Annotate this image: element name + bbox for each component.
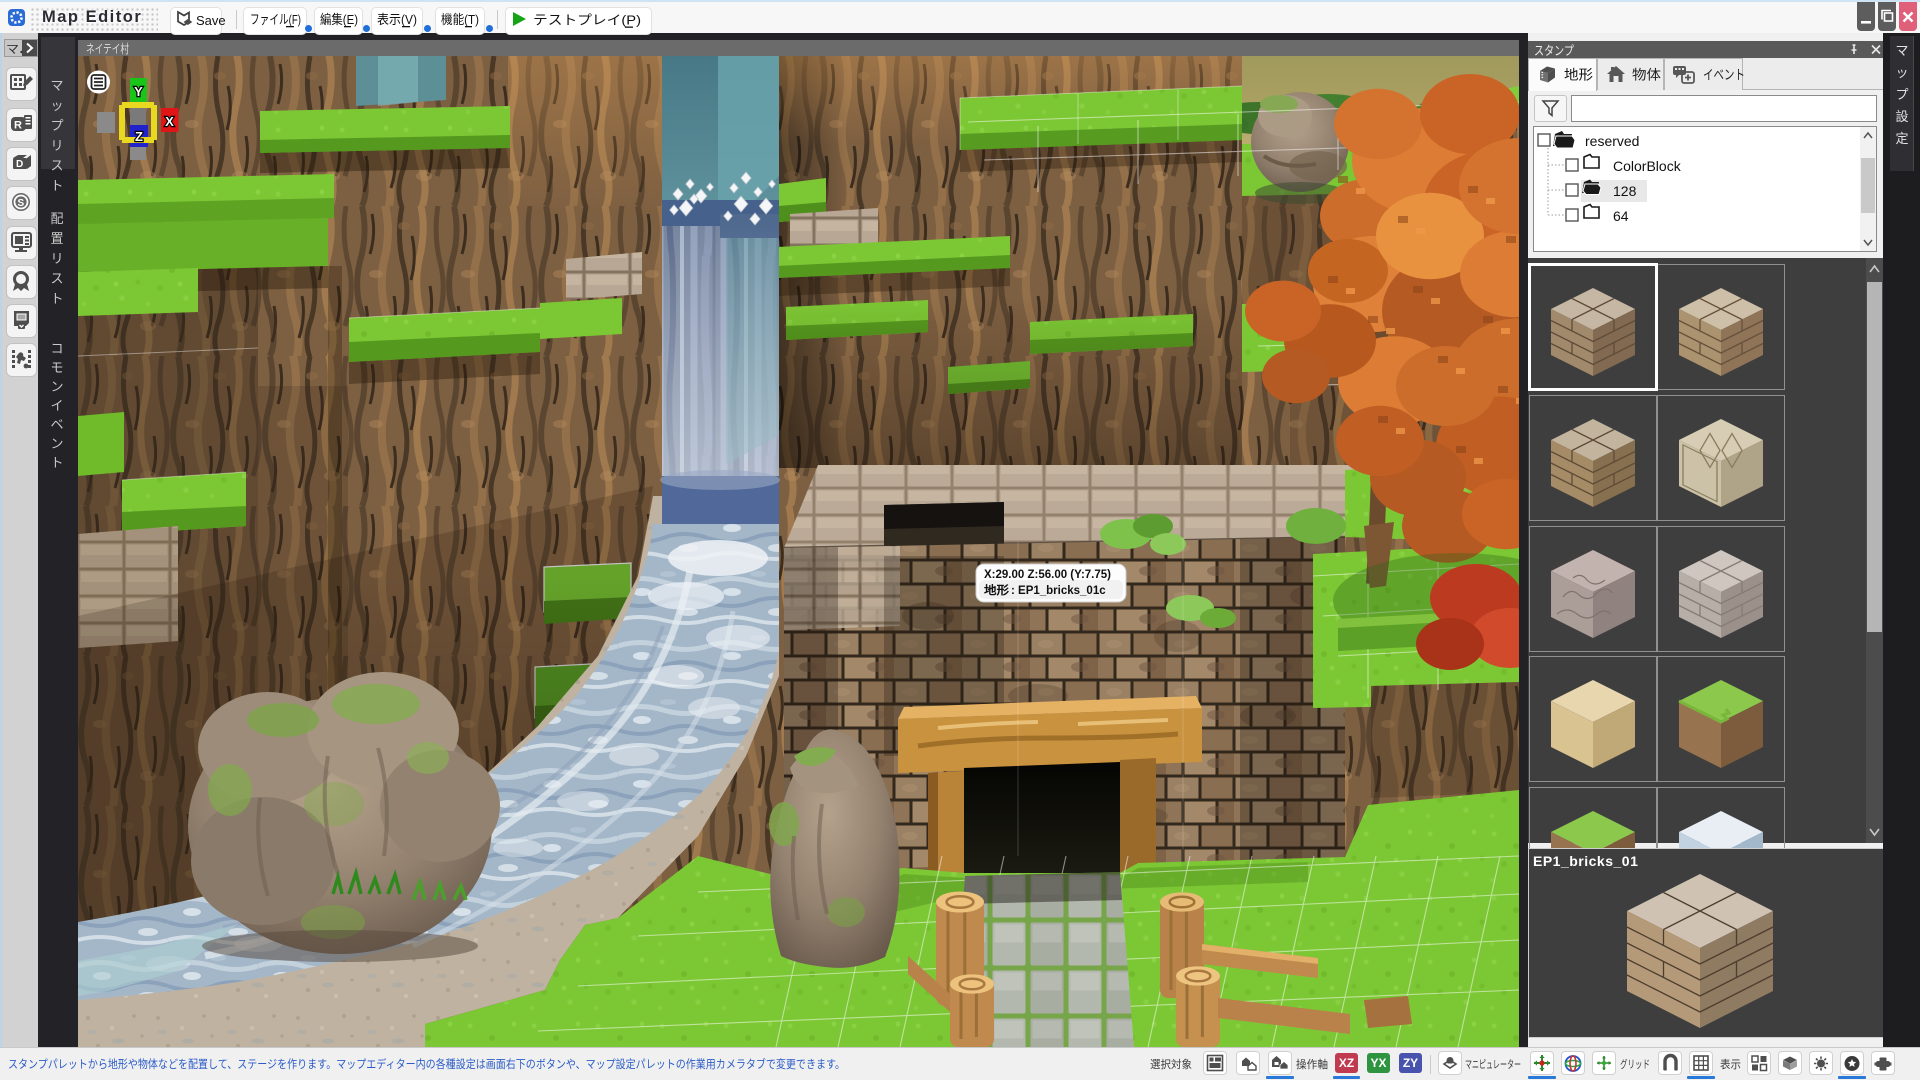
svg-text:モ: モ <box>51 360 64 375</box>
svg-text:Z: Z <box>135 129 143 144</box>
svg-text:イ: イ <box>51 398 64 413</box>
svg-text:地形: 地形 <box>984 583 1010 597</box>
svg-text:ス: ス <box>51 271 64 286</box>
svg-text:設: 設 <box>1896 109 1909 124</box>
svg-text:ス: ス <box>51 158 64 173</box>
svg-text:ッ: ッ <box>51 98 64 113</box>
svg-text:置: 置 <box>51 231 64 246</box>
svg-text:マ: マ <box>1896 43 1909 58</box>
svg-text:グリッド: グリッド <box>1620 1057 1650 1071</box>
svg-text:表示(V): 表示(V) <box>377 12 417 27</box>
svg-text:テストプレイ(P): テストプレイ(P) <box>533 13 641 28</box>
svg-text:S: S <box>18 198 25 209</box>
svg-text:スタンプ: スタンプ <box>1534 44 1574 58</box>
svg-text:配: 配 <box>51 211 64 226</box>
svg-text:機能(T): 機能(T) <box>441 12 479 27</box>
svg-text:リ: リ <box>51 138 64 153</box>
svg-text:ColorBlock: ColorBlock <box>1613 158 1682 174</box>
svg-text:ン: ン <box>51 379 64 394</box>
svg-text:ネイテイ村: ネイテイ村 <box>86 42 129 56</box>
svg-text:イベント: イベント <box>1703 68 1745 83</box>
svg-text:表示: 表示 <box>1720 1057 1741 1071</box>
svg-text:コ: コ <box>51 341 64 356</box>
svg-text:マ: マ <box>6 42 19 56</box>
svg-text:ベ: ベ <box>51 417 64 432</box>
svg-text:64: 64 <box>1613 208 1629 224</box>
svg-text:R: R <box>14 120 22 132</box>
svg-text:Save: Save <box>196 13 226 28</box>
svg-text:ト: ト <box>51 178 64 193</box>
svg-text:プ: プ <box>1896 87 1909 102</box>
svg-text:128: 128 <box>1613 183 1637 199</box>
svg-text:ン: ン <box>51 436 64 451</box>
svg-text:リ: リ <box>51 251 64 266</box>
svg-text:プ: プ <box>51 118 64 133</box>
svg-text:ト: ト <box>51 455 64 470</box>
svg-text:D: D <box>16 159 23 170</box>
svg-text:マ: マ <box>51 78 64 93</box>
svg-text:物体: 物体 <box>1632 68 1662 83</box>
svg-text:Y: Y <box>134 84 143 99</box>
svg-text:ト: ト <box>51 291 64 306</box>
svg-text:ッ: ッ <box>1896 65 1909 80</box>
svg-text:マニピュレーター: マニピュレーター <box>1465 1058 1521 1071</box>
svg-text:地形: 地形 <box>1564 68 1594 83</box>
svg-text:ファイル(F): ファイル(F) <box>250 12 301 27</box>
svg-text:X:29.00 Z:56.00 (Y:7.75): X:29.00 Z:56.00 (Y:7.75) <box>984 569 1111 581</box>
svg-text:編集(E): 編集(E) <box>320 12 358 27</box>
svg-text:スタンプパレットから地形や物体などを配置して、ステージを作り: スタンプパレットから地形や物体などを配置して、ステージを作ります。マップエディタ… <box>8 1057 845 1071</box>
svg-text:reserved: reserved <box>1585 133 1639 149</box>
svg-text:X: X <box>165 114 174 129</box>
svg-text:選択対象: 選択対象 <box>1150 1057 1192 1071</box>
svg-text:操作軸: 操作軸 <box>1296 1057 1328 1071</box>
svg-text:定: 定 <box>1896 131 1909 146</box>
svg-text:: EP1_bricks_01c: : EP1_bricks_01c <box>1011 585 1106 597</box>
